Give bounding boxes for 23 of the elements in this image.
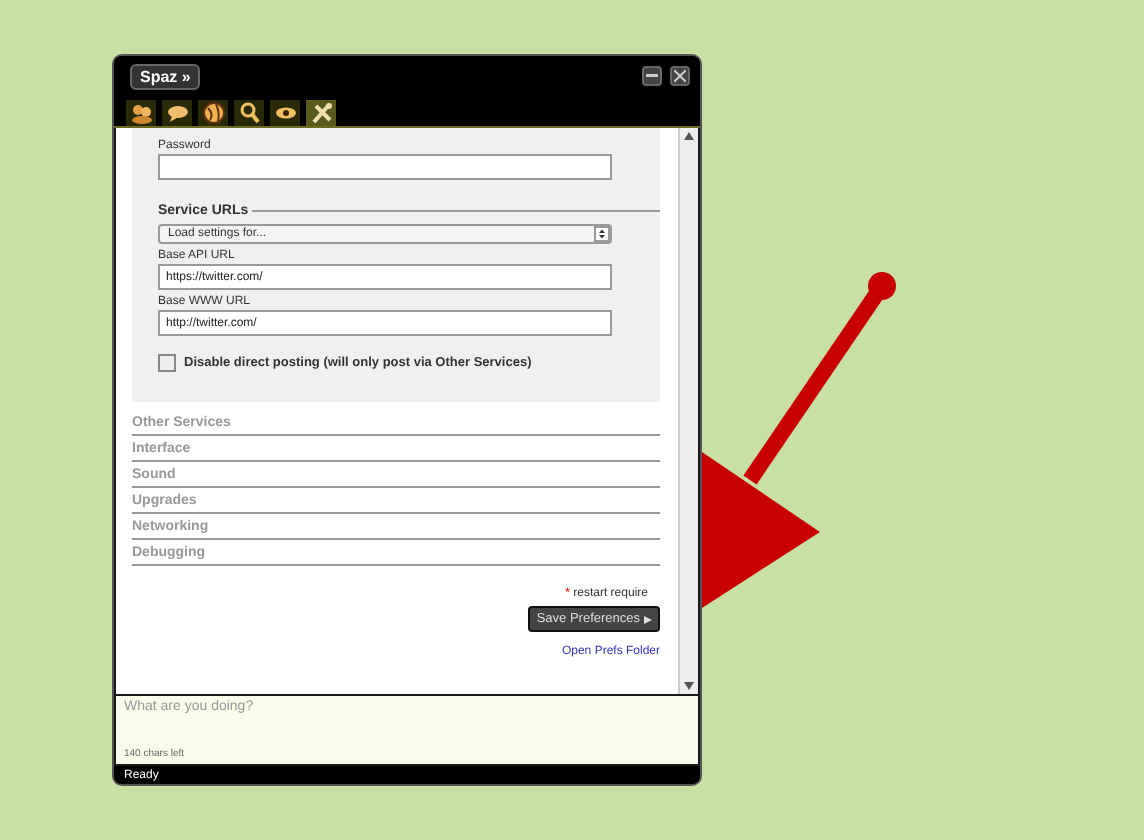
caret-icon — [644, 615, 652, 623]
window-title: Spaz » — [130, 63, 201, 89]
minimize-button[interactable] — [642, 66, 662, 86]
spinner-icon — [594, 226, 610, 242]
toolbar-tab[interactable] — [306, 100, 336, 126]
minimize-icon — [646, 74, 658, 78]
globe-icon — [199, 100, 227, 126]
checkbox[interactable] — [158, 354, 176, 372]
toolbar-tab[interactable] — [198, 100, 228, 126]
password-field[interactable] — [158, 154, 612, 180]
speech-bubble-icon — [163, 100, 191, 126]
scroll-down-icon[interactable] — [684, 682, 694, 690]
close-icon — [674, 70, 686, 82]
search-icon — [235, 100, 263, 126]
toolbar-tab[interactable] — [270, 100, 300, 126]
toolbar-tab[interactable] — [126, 100, 156, 126]
toolbar-tab[interactable] — [234, 100, 264, 126]
tools-icon — [307, 100, 335, 126]
people-icon — [127, 100, 155, 126]
scrollbar[interactable] — [678, 128, 698, 694]
scroll-up-icon[interactable] — [684, 132, 694, 140]
toolbar-tab[interactable] — [162, 100, 192, 126]
close-button[interactable] — [670, 66, 690, 86]
